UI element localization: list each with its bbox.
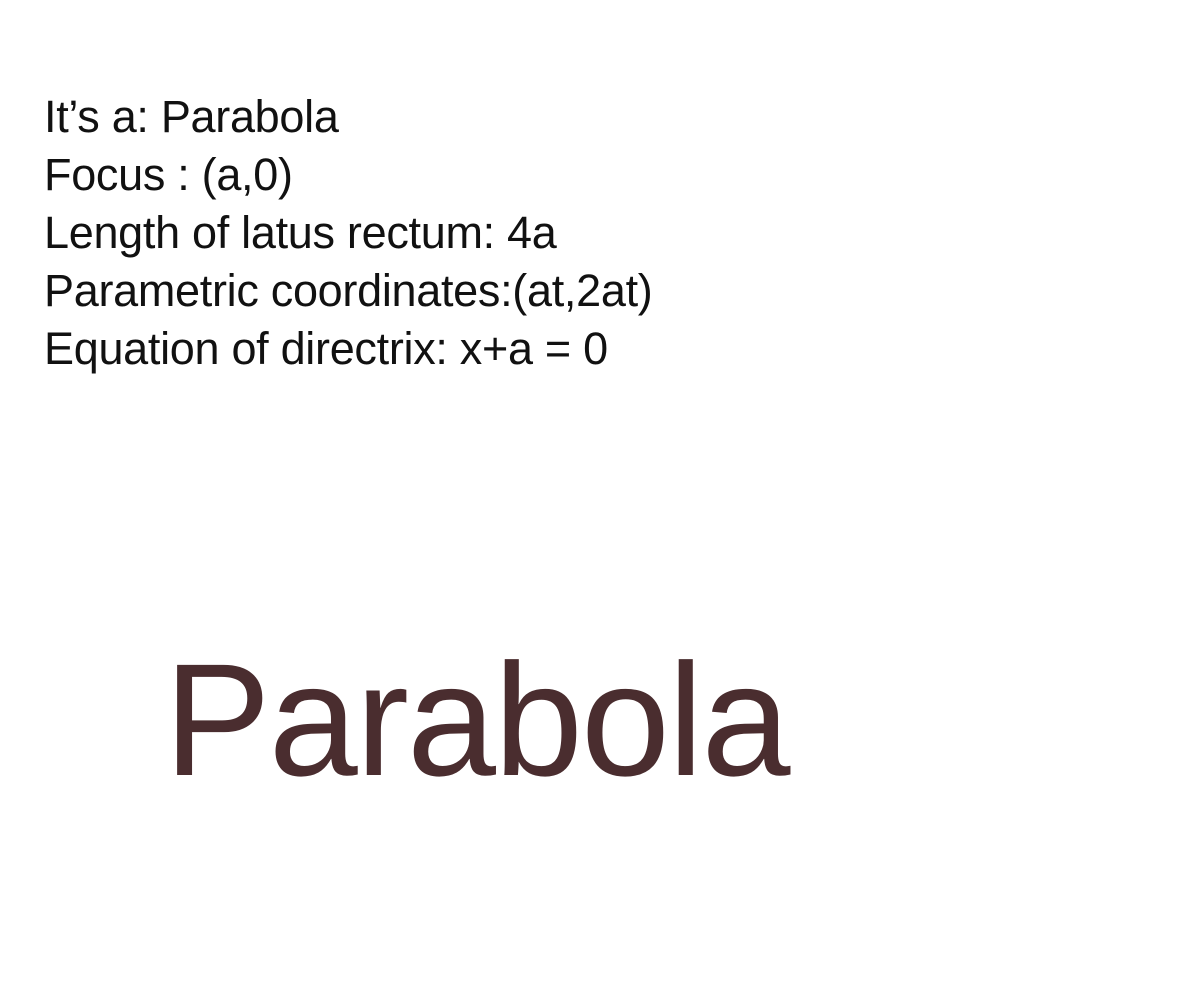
conic-type-line: It’s a: Parabola	[44, 91, 339, 142]
parametric-coordinates-line: Parametric coordinates:(at,2at)	[44, 265, 653, 316]
info-block: It’s a: Parabola Focus : (a,0) Length of…	[44, 88, 944, 378]
focus-line: Focus : (a,0)	[44, 149, 293, 200]
directrix-equation-line: Equation of directrix: x+a = 0	[44, 323, 608, 374]
slide-title: Parabola	[164, 630, 790, 809]
latus-rectum-line: Length of latus rectum: 4a	[44, 207, 557, 258]
